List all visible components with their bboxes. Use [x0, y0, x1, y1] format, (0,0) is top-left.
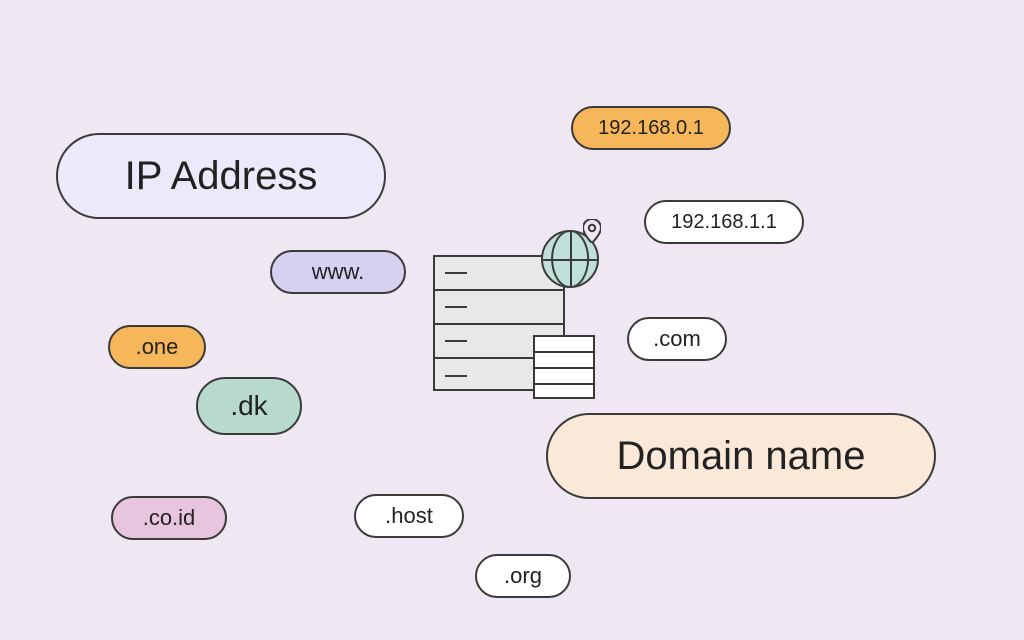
pill-coid: .co.id	[111, 496, 227, 540]
pill-coid-label: .co.id	[143, 505, 196, 531]
pill-ip2-label: 192.168.1.1	[671, 211, 777, 234]
pill-host-label: .host	[385, 503, 433, 529]
pill-ip1-label: 192.168.0.1	[598, 117, 704, 140]
pill-com: .com	[627, 317, 727, 361]
pill-ip1: 192.168.0.1	[571, 106, 731, 150]
server-illustration	[433, 245, 603, 415]
server-row-small	[535, 353, 593, 369]
location-pin-icon	[583, 219, 601, 243]
pill-www-label: www.	[312, 259, 365, 285]
pill-ip-address-label: IP Address	[125, 154, 318, 199]
server-row-small	[535, 369, 593, 385]
pill-host: .host	[354, 494, 464, 538]
server-stack-small	[533, 335, 595, 399]
server-slot-icon	[445, 375, 467, 377]
pill-domain-name-label: Domain name	[616, 434, 865, 479]
pill-ip2: 192.168.1.1	[644, 200, 804, 244]
server-slot-icon	[445, 306, 467, 308]
server-row	[435, 291, 563, 325]
pill-org-label: .org	[504, 563, 542, 589]
pill-one: .one	[108, 325, 206, 369]
pill-org: .org	[475, 554, 571, 598]
pill-dk: .dk	[196, 377, 302, 435]
server-slot-icon	[445, 340, 467, 342]
pill-www: www.	[270, 250, 406, 294]
server-row-small	[535, 337, 593, 353]
pill-com-label: .com	[653, 326, 701, 352]
pill-dk-label: .dk	[230, 390, 267, 422]
pill-one-label: .one	[136, 334, 179, 360]
server-row-small	[535, 385, 593, 401]
pill-ip-address: IP Address	[56, 133, 386, 219]
pill-domain-name: Domain name	[546, 413, 936, 499]
server-slot-icon	[445, 272, 467, 274]
